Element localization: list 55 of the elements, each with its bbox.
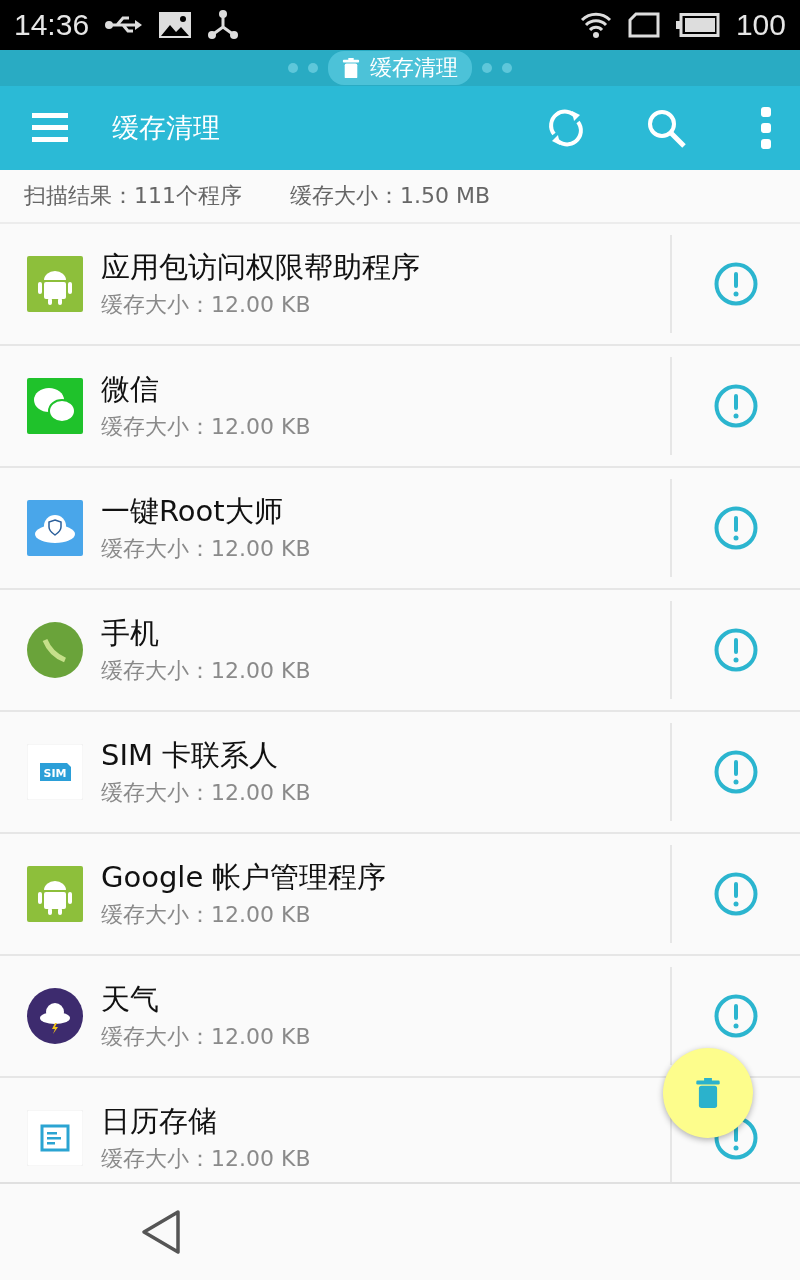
info-icon[interactable] [714, 262, 758, 306]
phone-app-icon [27, 622, 83, 678]
cache-size: 缓存大小：12.00 KB [101, 901, 311, 929]
app-title: 缓存清理 [112, 111, 221, 145]
page-dot [308, 63, 318, 73]
battery-icon [675, 13, 720, 37]
info-icon[interactable] [714, 506, 758, 550]
page-dot [288, 63, 298, 73]
notification-pill[interactable]: 缓存清理 [328, 51, 472, 85]
total-cache-size: 缓存大小：1.50 MB [290, 182, 491, 210]
sim-icon [627, 12, 660, 38]
info-icon[interactable] [714, 384, 758, 428]
app-name: SIM 卡联系人 [101, 737, 279, 774]
trash-icon [695, 1078, 721, 1108]
cache-size: 缓存大小：12.00 KB [101, 535, 311, 563]
more-options-button[interactable] [760, 107, 772, 149]
app-name: 天气 [101, 981, 159, 1018]
info-icon[interactable] [714, 628, 758, 672]
search-button[interactable] [646, 108, 688, 148]
app-name: 一键Root大师 [101, 493, 283, 530]
app-name: 手机 [101, 615, 159, 652]
document-icon [27, 1110, 83, 1166]
image-icon [159, 12, 192, 38]
clean-fab[interactable] [663, 1048, 753, 1138]
sim-card-icon: SIM [27, 744, 83, 800]
page-dot [502, 63, 512, 73]
cache-size: 缓存大小：12.00 KB [101, 291, 311, 319]
info-icon[interactable] [714, 750, 758, 794]
trash-icon [342, 57, 360, 79]
cache-size: 缓存大小：12.00 KB [101, 1145, 311, 1173]
scan-result: 扫描结果：111个程序 [24, 182, 242, 210]
app-name: 日历存储 [101, 1103, 217, 1140]
cache-size: 缓存大小：12.00 KB [101, 779, 311, 807]
android-icon [27, 256, 83, 312]
battery-level: 100 [735, 8, 786, 42]
android-icon [27, 866, 83, 922]
back-button[interactable] [140, 1209, 182, 1255]
wifi-icon [579, 12, 612, 38]
chat-bubbles-icon [27, 378, 83, 434]
clock-time: 14:36 [14, 8, 90, 42]
app-name: 应用包访问权限帮助程序 [101, 249, 420, 286]
weather-icon [27, 988, 83, 1044]
app-name: Google 帐户管理程序 [101, 859, 387, 896]
refresh-button[interactable] [546, 108, 586, 148]
cache-size: 缓存大小：12.00 KB [101, 1023, 311, 1051]
info-icon[interactable] [714, 872, 758, 916]
info-icon[interactable] [714, 994, 758, 1038]
app-name: 微信 [101, 371, 159, 408]
page-dot [482, 63, 492, 73]
share-icon [207, 10, 240, 40]
cache-size: 缓存大小：12.00 KB [101, 413, 311, 441]
usb-icon [105, 15, 144, 35]
cloud-shield-icon [27, 500, 83, 556]
cache-size: 缓存大小：12.00 KB [101, 657, 311, 685]
menu-button[interactable] [32, 113, 68, 143]
